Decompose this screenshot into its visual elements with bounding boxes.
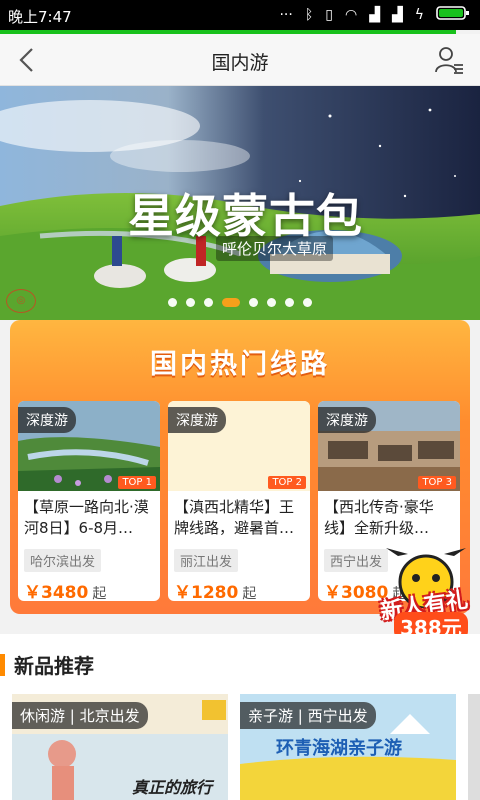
price-value: ￥1280 — [174, 583, 239, 601]
product-label: 休闲游 | 北京出发 — [12, 702, 148, 729]
price-value: ￥3480 — [24, 583, 89, 601]
price-unit: 起 — [242, 586, 257, 601]
product-label: 亲子游 | 西宁出发 — [240, 702, 376, 729]
route-image: 深度游 TOP 1 — [18, 401, 160, 491]
rank-badge: TOP 2 — [268, 476, 306, 489]
page-title: 国内游 — [211, 52, 269, 74]
signal-icon: ▟ — [369, 7, 380, 23]
carousel-indicators — [0, 298, 480, 307]
route-tag: 深度游 — [18, 407, 76, 433]
signal-icon-2: ▟ — [391, 7, 403, 23]
bluetooth-icon: ᛒ — [304, 7, 314, 23]
product-card[interactable]: 休闲游 | 北京出发 真正的旅行 — [12, 694, 228, 800]
route-tag: 深度游 — [168, 407, 226, 433]
carousel-dot[interactable] — [285, 298, 294, 307]
status-icons: ··· ᛒ ▯ ◠ ▟ ▟ ϟ — [279, 5, 470, 25]
route-name: 【滇西北精华】王牌线路，避暑首… — [174, 498, 295, 537]
route-image: 深度游 TOP 2 — [168, 401, 310, 491]
carousel-dot[interactable] — [186, 298, 195, 307]
new-user-gift-button[interactable]: 新人有礼 388元 — [378, 548, 474, 641]
banner-subtitle: 呼伦贝尔大草原 — [216, 236, 334, 261]
hero-banner[interactable]: 星级蒙古包 呼伦贝尔大草原 ◎ — [0, 86, 480, 320]
carousel-dot[interactable] — [204, 298, 213, 307]
section-title: 新品推荐 — [14, 654, 94, 678]
product-card-peek[interactable] — [468, 694, 480, 800]
route-departure: 哈尔滨出发 — [24, 549, 102, 572]
carousel-dot[interactable] — [303, 298, 312, 307]
dots-icon: ··· — [279, 7, 293, 23]
rank-badge: TOP 1 — [118, 476, 156, 489]
route-tag: 深度游 — [318, 407, 376, 433]
route-price: ￥1280 起 — [168, 572, 310, 601]
carousel-dot-active[interactable] — [222, 298, 240, 307]
charging-icon: ϟ — [414, 7, 424, 23]
hot-routes-title: 国内热门线路 — [150, 349, 330, 380]
route-departure: 丽江出发 — [174, 549, 239, 572]
route-image: 深度游 TOP 3 — [318, 401, 460, 491]
route-card[interactable]: 深度游 TOP 1 【草原一路向北·漠河8日】6-8月… 哈尔滨出发 ￥3480… — [18, 401, 160, 601]
price-unit: 起 — [92, 586, 107, 601]
section-accent-bar — [0, 654, 5, 676]
product-art-text: 真正的旅行 — [132, 778, 213, 797]
route-name: 【西北传奇·豪华线】全新升级… — [324, 498, 434, 537]
product-art-text: 环青海湖亲子游 — [276, 738, 402, 759]
wifi-icon: ◠ — [344, 7, 358, 23]
user-list-icon — [435, 47, 463, 74]
status-time: 晚上7:47 — [8, 8, 72, 26]
route-price: ￥3480 起 — [18, 572, 160, 601]
battery-icon — [436, 5, 470, 25]
user-menu-button[interactable] — [434, 44, 464, 76]
nav-bar: 国内游 — [0, 34, 480, 86]
vibrate-icon: ▯ — [325, 7, 333, 23]
route-card[interactable]: 深度游 TOP 2 【滇西北精华】王牌线路，避暑首… 丽江出发 ￥1280 起 — [168, 401, 310, 601]
route-name: 【草原一路向北·漠河8日】6-8月… — [24, 498, 149, 537]
product-card[interactable]: 亲子游 | 西宁出发 环青海湖亲子游 — [240, 694, 456, 800]
status-bar: 晚上7:47 ··· ᛒ ▯ ◠ ▟ ▟ ϟ — [0, 0, 480, 30]
rank-badge: TOP 3 — [418, 476, 456, 489]
carousel-dot[interactable] — [249, 298, 258, 307]
new-products-section: 新品推荐 休闲游 | 北京出发 真正的旅行 亲子游 | 西宁出发 环青海湖亲子游 — [0, 634, 480, 800]
carousel-dot[interactable] — [267, 298, 276, 307]
carousel-dot[interactable] — [168, 298, 177, 307]
